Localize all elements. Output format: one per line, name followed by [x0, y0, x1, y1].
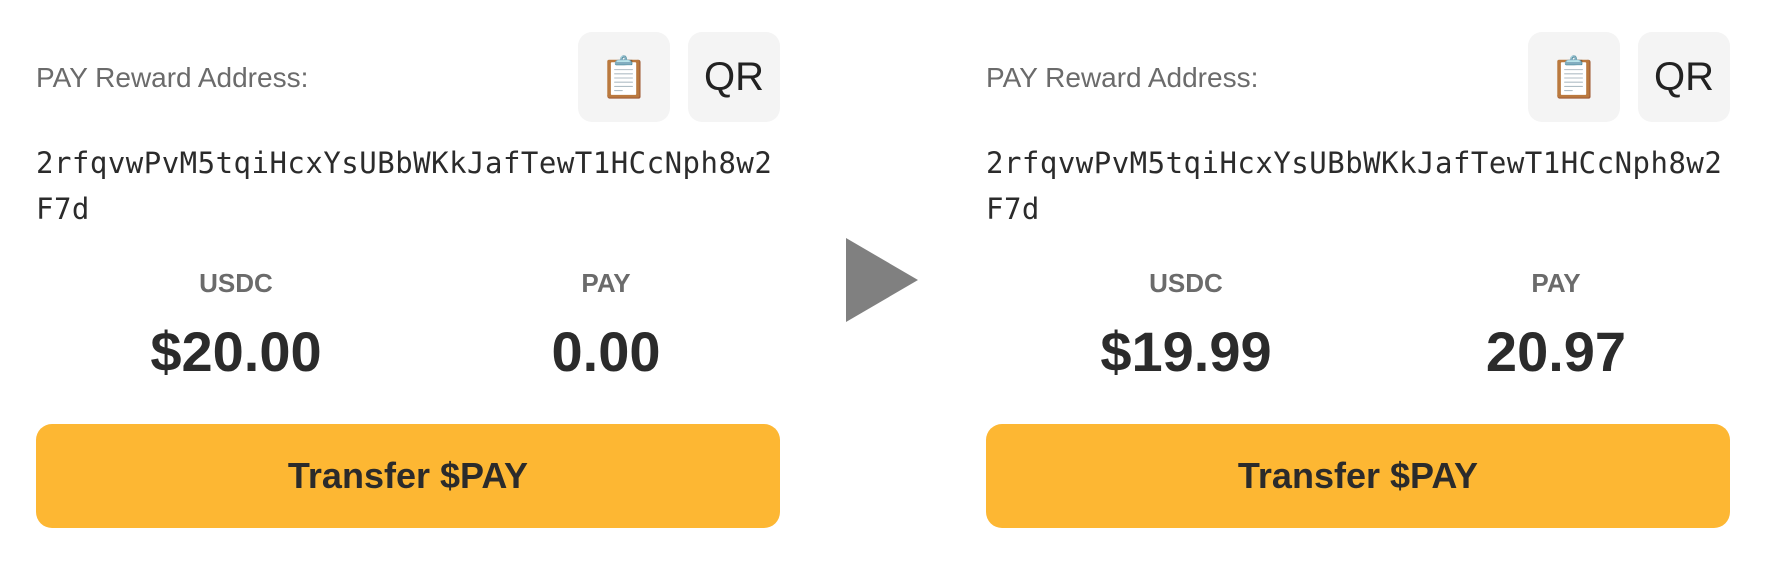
usdc-value: $20.00	[150, 320, 322, 383]
pay-balance: PAY 20.97	[1406, 268, 1706, 384]
pay-value: 0.00	[551, 320, 661, 383]
reward-address-value: 2rfqvwPvM5tqiHcxYsUBbWKkJafTewT1HCcNph8w…	[36, 146, 773, 226]
qr-button-label: QR	[704, 54, 764, 99]
copy-address-button[interactable]: 📋	[578, 32, 670, 122]
pay-label: PAY	[581, 268, 631, 298]
usdc-balance: USDC $19.99	[1036, 268, 1336, 384]
pay-value: 20.97	[1485, 320, 1627, 383]
qr-code-button[interactable]: QR	[1638, 32, 1730, 122]
clipboard-icon: 📋	[1549, 55, 1599, 100]
reward-address-label: PAY Reward Address:	[986, 62, 1259, 93]
qr-code-button[interactable]: QR	[688, 32, 780, 122]
usdc-label: USDC	[1149, 268, 1223, 298]
usdc-label: USDC	[199, 268, 273, 298]
transfer-pay-button[interactable]: Transfer $PAY	[36, 424, 780, 528]
copy-address-button[interactable]: 📋	[1528, 32, 1620, 122]
wallet-panel-after: PAY Reward Address: 📋 QR 2rfqvwPvM5tqiHc…	[986, 0, 1730, 572]
pay-label: PAY	[1531, 268, 1581, 298]
transfer-pay-button[interactable]: Transfer $PAY	[986, 424, 1730, 528]
usdc-balance: USDC $20.00	[86, 268, 386, 384]
play-arrow-icon	[846, 238, 918, 322]
pay-balance: PAY 0.00	[456, 268, 756, 384]
wallet-panel-before: PAY Reward Address: 📋 QR 2rfqvwPvM5tqiHc…	[36, 0, 780, 572]
reward-address-label: PAY Reward Address:	[36, 62, 309, 93]
usdc-value: $19.99	[1100, 320, 1272, 383]
reward-address-value: 2rfqvwPvM5tqiHcxYsUBbWKkJafTewT1HCcNph8w…	[986, 146, 1723, 226]
clipboard-icon: 📋	[599, 55, 649, 100]
qr-button-label: QR	[1654, 54, 1714, 99]
